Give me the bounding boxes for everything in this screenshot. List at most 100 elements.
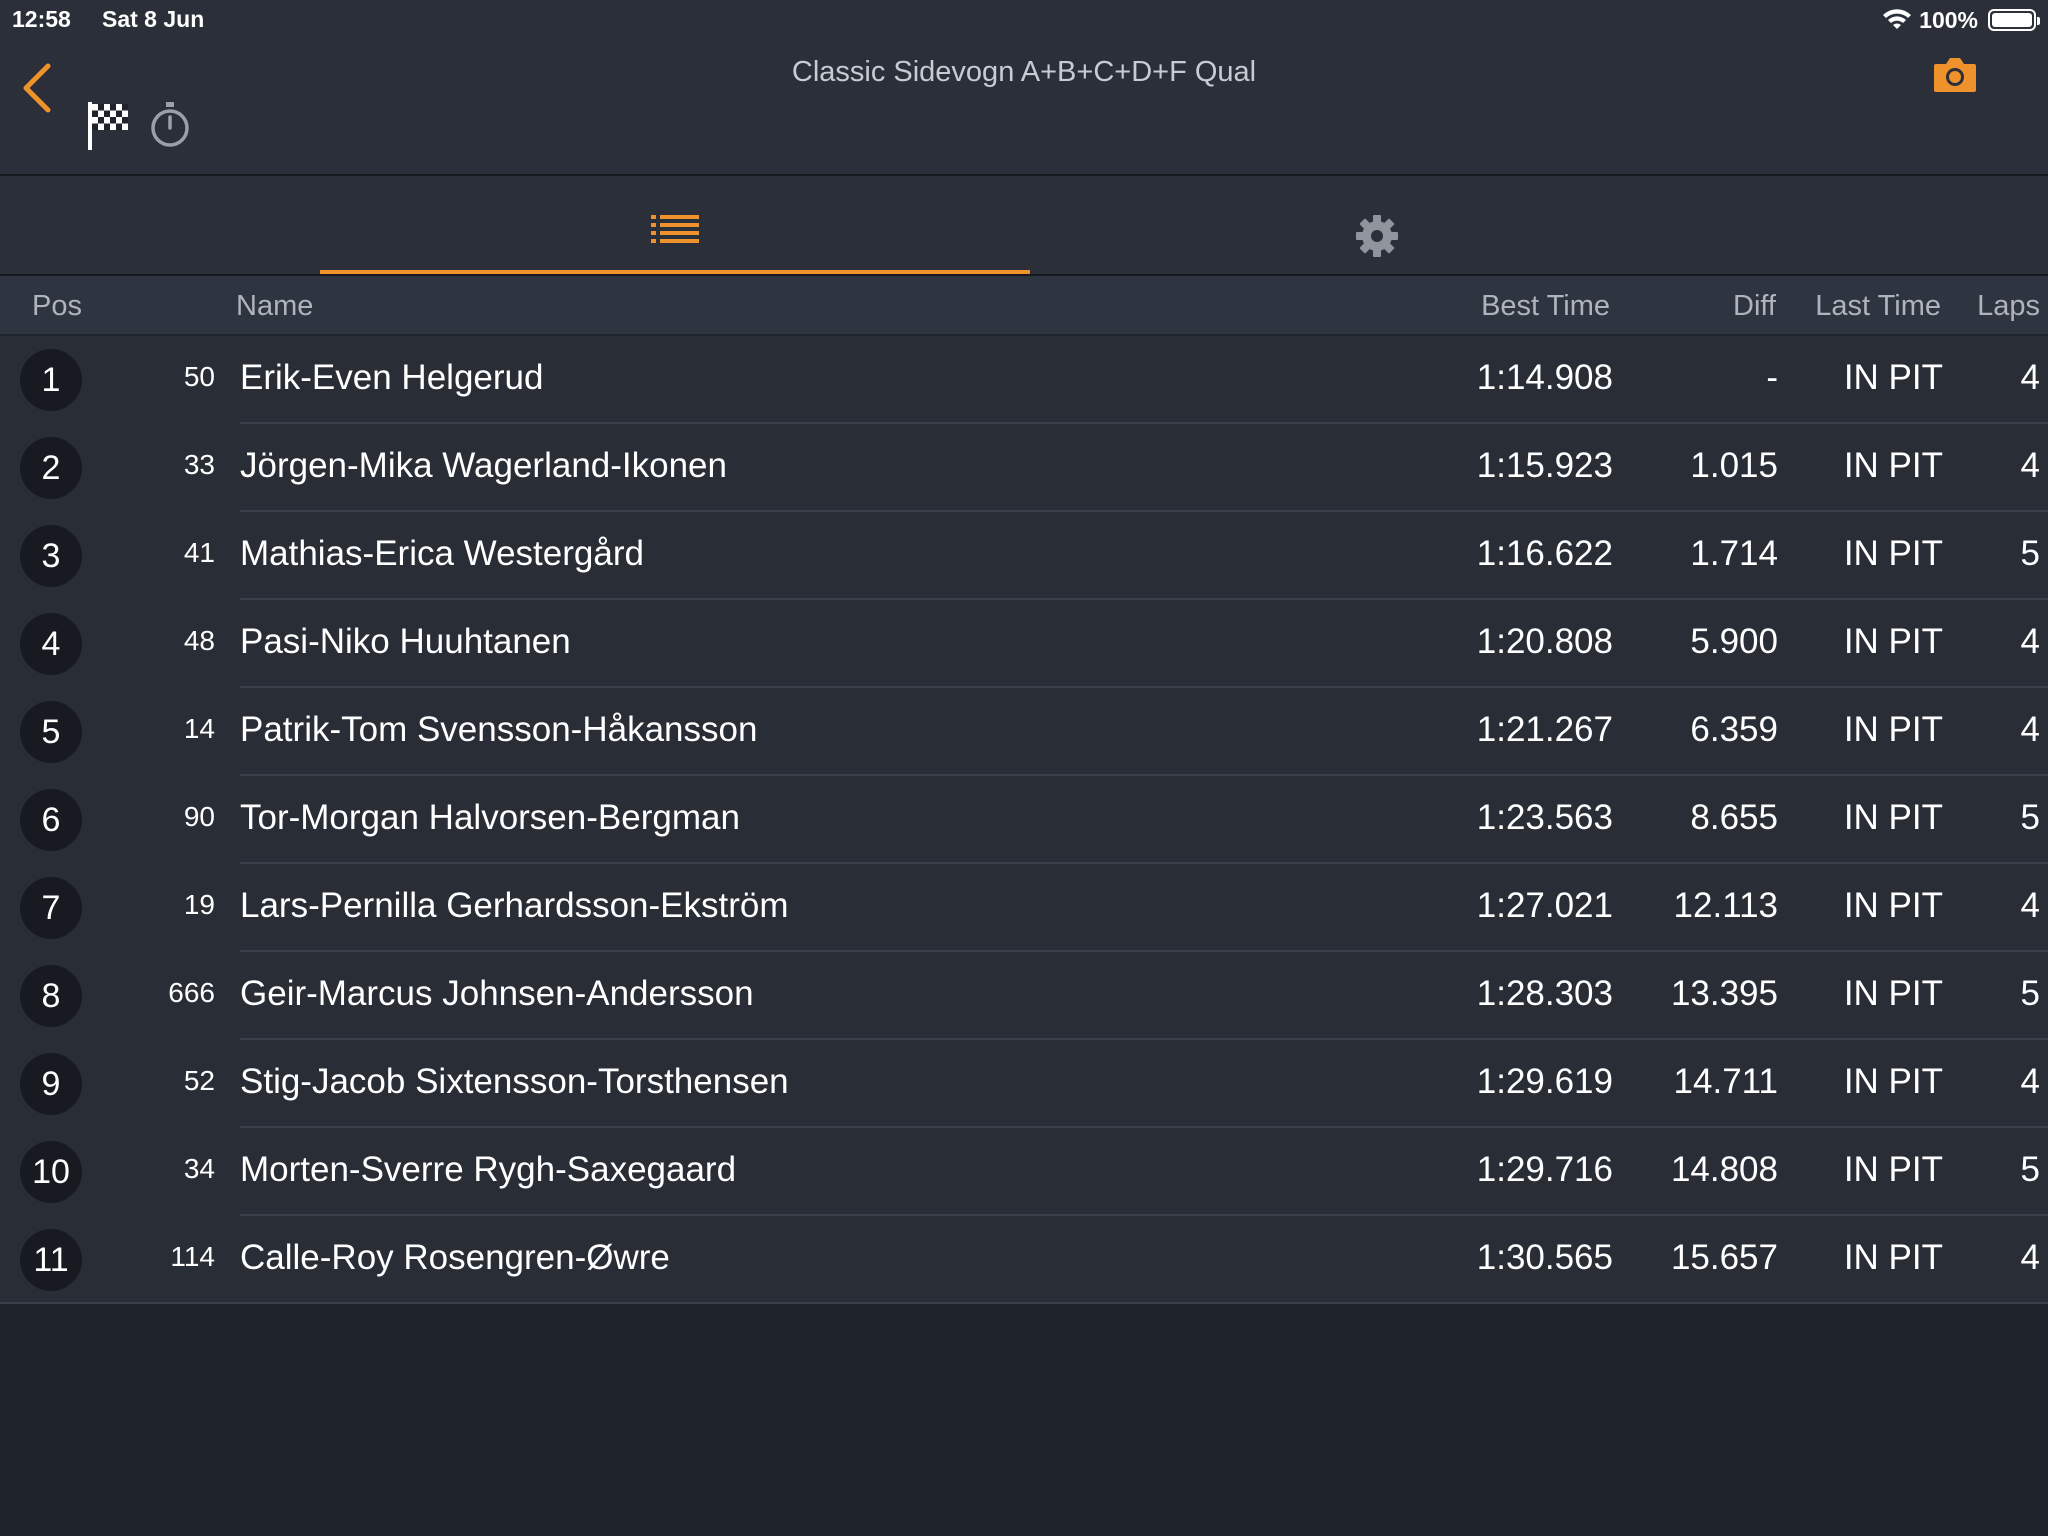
last-time: IN PIT (1843, 534, 1943, 573)
driver-name: Patrik-Tom Svensson-Håkansson (240, 710, 758, 749)
table-row[interactable]: 2 33 Jörgen-Mika Wagerland-Ikonen 1:15.9… (0, 424, 2048, 512)
position-badge: 5 (20, 701, 82, 763)
header-pos[interactable]: Pos (32, 290, 82, 323)
driver-name: Pasi-Niko Huuhtanen (240, 622, 571, 661)
driver-name: Stig-Jacob Sixtensson-Torsthensen (240, 1062, 789, 1101)
race-number: 14 (183, 713, 215, 744)
status-right: 100% (1881, 4, 2040, 36)
diff: 6.359 (1690, 710, 1778, 749)
header-name[interactable]: Name (236, 290, 313, 323)
header-diff[interactable]: Diff (1733, 290, 1776, 323)
header-last-time[interactable]: Last Time (1815, 290, 1941, 323)
race-number: 48 (183, 625, 215, 656)
table-row[interactable]: 9 52 Stig-Jacob Sixtensson-Torsthensen 1… (0, 1040, 2048, 1128)
race-number: 52 (183, 1065, 215, 1096)
driver-name: Lars-Pernilla Gerhardsson-Ekström (240, 886, 789, 925)
race-number: 666 (168, 977, 215, 1008)
best-time: 1:29.716 (1476, 1150, 1613, 1189)
best-time: 1:29.619 (1476, 1062, 1613, 1101)
laps: 4 (2020, 710, 2040, 749)
last-time: IN PIT (1843, 1062, 1943, 1101)
table-row[interactable]: 4 48 Pasi-Niko Huuhtanen 1:20.808 5.900 … (0, 600, 2048, 688)
best-time: 1:15.923 (1476, 446, 1613, 485)
diff: 15.657 (1670, 1238, 1778, 1277)
diff: 8.655 (1690, 798, 1778, 837)
diff: 5.900 (1690, 622, 1778, 661)
laps: 4 (2020, 1238, 2040, 1277)
laps: 5 (2020, 798, 2040, 837)
table-row[interactable]: 10 34 Morten-Sverre Rygh-Saxegaard 1:29.… (0, 1128, 2048, 1216)
table-row[interactable]: 6 90 Tor-Morgan Halvorsen-Bergman 1:23.5… (0, 776, 2048, 864)
race-number: 34 (183, 1153, 215, 1184)
last-time: IN PIT (1843, 622, 1943, 661)
laps: 4 (2020, 1062, 2040, 1101)
laps: 5 (2020, 534, 2040, 573)
position-badge: 11 (20, 1229, 82, 1291)
position-badge: 3 (20, 525, 82, 587)
best-time: 1:28.303 (1476, 974, 1613, 1013)
driver-name: Geir-Marcus Johnsen-Andersson (240, 974, 754, 1013)
status-time: 12:58 (12, 6, 71, 32)
table-row[interactable]: 3 41 Mathias-Erica Westergård 1:16.622 1… (0, 512, 2048, 600)
position-badge: 9 (20, 1053, 82, 1115)
table-header: Pos Name Best Time Diff Last Time Laps (0, 276, 2048, 334)
last-time: IN PIT (1843, 798, 1943, 837)
best-time: 1:20.808 (1476, 622, 1613, 661)
race-number: 33 (183, 449, 215, 480)
page-title: Classic Sidevogn A+B+C+D+F Qual (791, 56, 1257, 88)
tab-settings[interactable] (1050, 176, 1704, 274)
wifi-icon (1883, 9, 1912, 29)
last-time: IN PIT (1843, 1150, 1943, 1189)
diff: 14.711 (1673, 1062, 1778, 1101)
position-badge: 2 (20, 437, 82, 499)
battery-icon (1988, 9, 2040, 31)
checkered-flag-icon[interactable] (84, 98, 132, 152)
diff: 14.808 (1670, 1150, 1778, 1189)
race-number: 19 (183, 889, 215, 920)
best-time: 1:30.565 (1476, 1238, 1613, 1277)
driver-name: Mathias-Erica Westergård (240, 534, 644, 573)
last-time: IN PIT (1843, 358, 1943, 397)
driver-name: Morten-Sverre Rygh-Saxegaard (240, 1150, 737, 1189)
list-icon (651, 215, 699, 243)
driver-name: Jörgen-Mika Wagerland-Ikonen (240, 446, 727, 485)
laps: 4 (2020, 622, 2040, 661)
driver-name: Calle-Roy Rosengren-Øwre (240, 1238, 670, 1277)
status-bar: 12:58 Sat 8 Jun 100% (0, 0, 2048, 40)
driver-name: Tor-Morgan Halvorsen-Bergman (240, 798, 740, 837)
gear-icon (1356, 215, 1398, 257)
tab-bar (0, 176, 2048, 276)
header-laps[interactable]: Laps (1977, 290, 2040, 323)
tab-results-list[interactable] (320, 176, 1030, 274)
race-number: 90 (183, 801, 215, 832)
position-badge: 1 (20, 349, 82, 411)
position-badge: 6 (20, 789, 82, 851)
header-best-time[interactable]: Best Time (1481, 290, 1610, 323)
best-time: 1:21.267 (1476, 710, 1613, 749)
active-tab-indicator (320, 270, 1030, 274)
laps: 4 (2020, 446, 2040, 485)
diff: - (1766, 358, 1778, 397)
position-badge: 10 (20, 1141, 82, 1203)
battery-percentage: 100% (1919, 6, 1978, 33)
position-badge: 7 (20, 877, 82, 939)
table-row[interactable]: 1 50 Erik-Even Helgerud 1:14.908 - IN PI… (0, 336, 2048, 424)
last-time: IN PIT (1843, 974, 1943, 1013)
diff: 12.113 (1673, 886, 1778, 925)
race-number: 41 (183, 537, 215, 568)
stopwatch-icon[interactable] (146, 100, 194, 150)
position-badge: 8 (20, 965, 82, 1027)
table-row[interactable]: 8 666 Geir-Marcus Johnsen-Andersson 1:28… (0, 952, 2048, 1040)
driver-name: Erik-Even Helgerud (240, 358, 544, 397)
camera-icon[interactable] (1932, 54, 1978, 94)
table-row[interactable]: 7 19 Lars-Pernilla Gerhardsson-Ekström 1… (0, 864, 2048, 952)
laps: 5 (2020, 1150, 2040, 1189)
last-time: IN PIT (1843, 886, 1943, 925)
table-row[interactable]: 5 14 Patrik-Tom Svensson-Håkansson 1:21.… (0, 688, 2048, 776)
diff: 13.395 (1670, 974, 1778, 1013)
results-table: 1 50 Erik-Even Helgerud 1:14.908 - IN PI… (0, 336, 2048, 1304)
table-row[interactable]: 11 114 Calle-Roy Rosengren-Øwre 1:30.565… (0, 1216, 2048, 1304)
position-badge: 4 (20, 613, 82, 675)
best-time: 1:27.021 (1476, 886, 1613, 925)
last-time: IN PIT (1843, 446, 1943, 485)
